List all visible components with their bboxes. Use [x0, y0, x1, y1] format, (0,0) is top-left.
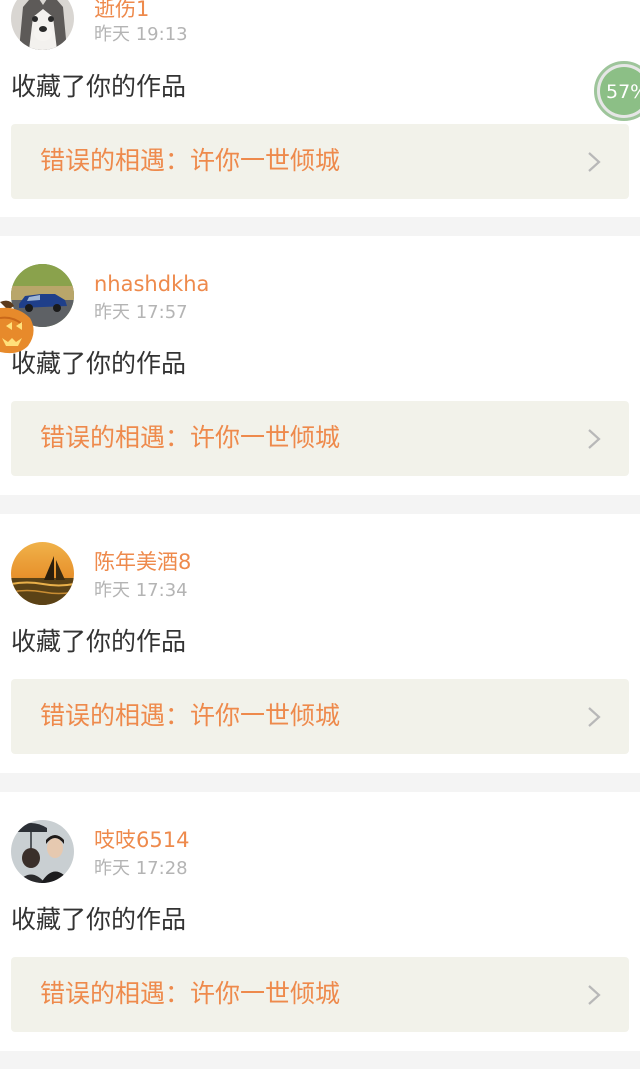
notification-card: 逝伤1 昨天 19:13 收藏了你的作品 错误的相遇：许你一世倾城 — [0, 0, 640, 217]
work-link[interactable]: 错误的相遇：许你一世倾城 — [11, 124, 629, 199]
action-text: 收藏了你的作品 — [11, 349, 187, 378]
husky-dog-avatar[interactable] — [11, 0, 74, 50]
timestamp: 昨天 19:13 — [94, 24, 188, 45]
username[interactable]: nhashdkha — [94, 271, 209, 297]
action-text: 收藏了你的作品 — [11, 627, 187, 656]
sunset-sailboat-avatar[interactable] — [11, 542, 74, 605]
work-title: 错误的相遇：许你一世倾城 — [40, 701, 341, 730]
chevron-right-icon — [588, 429, 601, 449]
chevron-right-icon — [588, 707, 601, 727]
chevron-right-icon — [588, 152, 601, 172]
work-title: 错误的相遇：许你一世倾城 — [40, 979, 341, 1008]
timestamp: 昨天 17:57 — [94, 302, 188, 323]
progress-label: 57% — [606, 81, 640, 103]
notification-card: nhashdkha 昨天 17:57 收藏了你的作品 错误的相遇：许你一世倾城 — [0, 236, 640, 495]
username[interactable]: 吱吱6514 — [94, 827, 189, 853]
timestamp: 昨天 17:34 — [94, 580, 188, 601]
pumpkin-float-icon[interactable] — [0, 296, 36, 354]
username[interactable]: 陈年美酒8 — [94, 549, 191, 575]
couple-photo-avatar[interactable] — [11, 820, 74, 883]
chevron-right-icon — [588, 985, 601, 1005]
action-text: 收藏了你的作品 — [11, 905, 187, 934]
timestamp: 昨天 17:28 — [94, 858, 188, 879]
notification-card: 吱吱6514 昨天 17:28 收藏了你的作品 错误的相遇：许你一世倾城 — [0, 792, 640, 1051]
notification-card: 陈年美酒8 昨天 17:34 收藏了你的作品 错误的相遇：许你一世倾城 — [0, 514, 640, 773]
work-link[interactable]: 错误的相遇：许你一世倾城 — [11, 679, 629, 754]
username[interactable]: 逝伤1 — [94, 0, 149, 22]
work-link[interactable]: 错误的相遇：许你一世倾城 — [11, 957, 629, 1032]
action-text: 收藏了你的作品 — [11, 72, 187, 101]
work-title: 错误的相遇：许你一世倾城 — [40, 146, 341, 175]
work-link[interactable]: 错误的相遇：许你一世倾城 — [11, 401, 629, 476]
work-title: 错误的相遇：许你一世倾城 — [40, 423, 341, 452]
